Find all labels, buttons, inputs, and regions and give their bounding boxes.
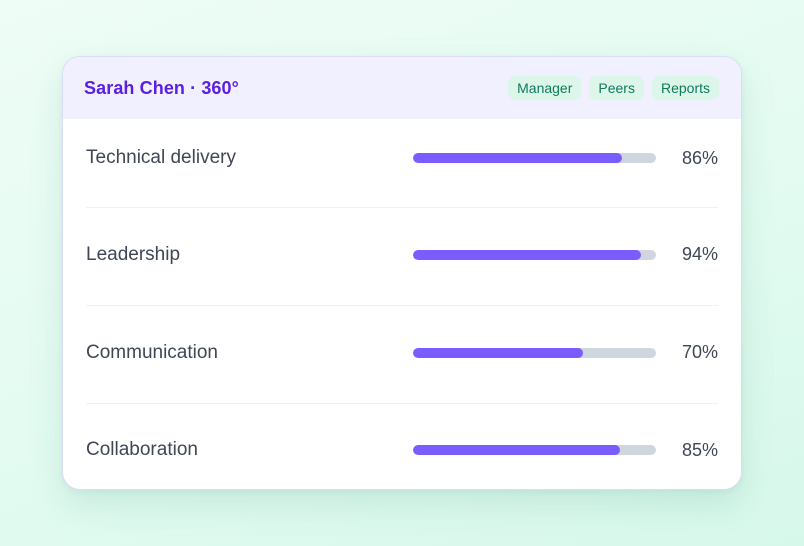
progress-track: [413, 153, 656, 163]
chip-manager[interactable]: Manager: [508, 76, 582, 100]
metric-row-collaboration: Collaboration 85%: [86, 404, 718, 489]
metric-list: Technical delivery 86% Leadership 94% Co…: [63, 119, 741, 489]
metric-label: Leadership: [86, 243, 181, 265]
metric-percent: 86%: [681, 147, 718, 168]
metric-row-technical-delivery: Technical delivery 86%: [86, 119, 718, 208]
metric-row-leadership: Leadership 94%: [86, 208, 718, 306]
metric-percent: 85%: [681, 439, 718, 460]
source-filter-chips: Manager Peers Reports: [508, 76, 719, 100]
progress-track: [413, 249, 656, 260]
metric-label: Technical delivery: [86, 147, 236, 168]
feedback-card: Sarah Chen · 360° Manager Peers Reports …: [62, 56, 742, 490]
chip-peers[interactable]: Peers: [589, 76, 644, 100]
metric-row-communication: Communication 70%: [86, 306, 718, 404]
progress-fill: [413, 347, 584, 358]
progress-track: [413, 445, 656, 455]
progress-track: [413, 347, 656, 358]
progress-fill: [413, 445, 620, 455]
card-title: Sarah Chen · 360°: [84, 77, 239, 98]
metric-percent: 94%: [681, 244, 718, 264]
metric-label: Communication: [86, 341, 218, 363]
chip-reports[interactable]: Reports: [651, 76, 719, 100]
metric-label: Collaboration: [86, 439, 198, 460]
card-header: Sarah Chen · 360° Manager Peers Reports: [63, 57, 741, 119]
metric-percent: 70%: [681, 342, 718, 362]
progress-fill: [413, 153, 622, 163]
progress-fill: [413, 249, 642, 260]
